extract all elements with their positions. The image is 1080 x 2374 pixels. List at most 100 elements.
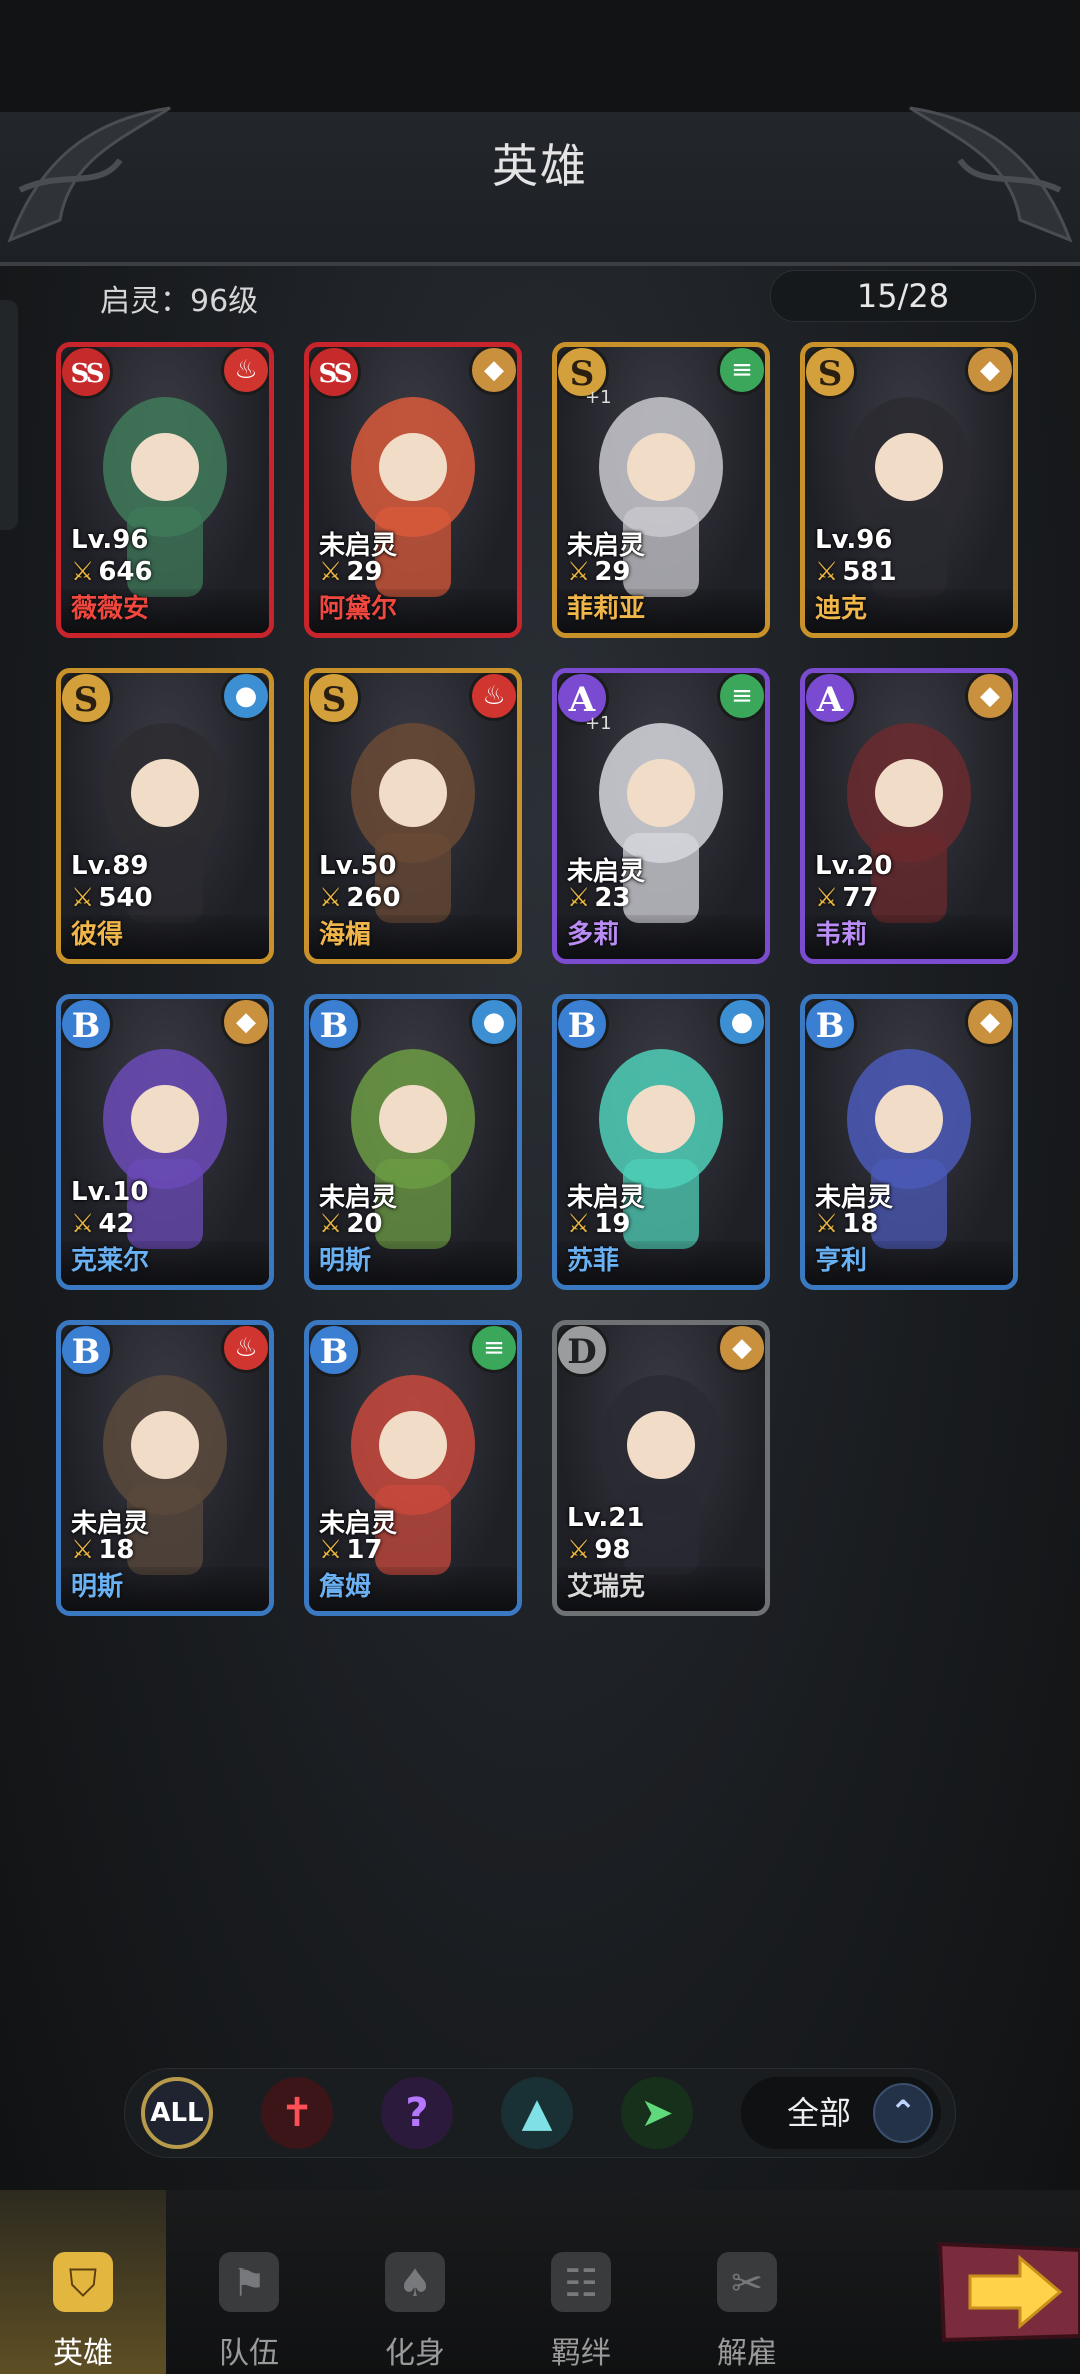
crossed-swords-icon: ⚔ [71,1535,95,1565]
hero-card[interactable]: D ◆ Lv.21 ⚔ 98 艾瑞克 [552,1320,770,1616]
power-value: 29 [594,557,631,587]
power-value: 23 [594,883,631,913]
hero-name: 明斯 [319,1246,372,1276]
nav-item[interactable]: ♠ 化身 [332,2190,498,2374]
hero-card[interactable]: S ♨ Lv.50 ⚔ 260 海楣 [304,668,522,964]
hero-power: ⚔ 42 [71,1209,135,1239]
crossed-swords-icon: ⚔ [71,1209,95,1239]
hero-name: 亨利 [815,1246,868,1276]
water-element-icon: ● [469,999,517,1047]
wind-element-icon: ≡ [469,1325,517,1373]
hero-name: 海楣 [319,920,372,950]
power-value: 540 [98,883,153,913]
healer-crown-icon[interactable]: ▲ [501,2077,573,2149]
nav-item[interactable]: ☷ 羁绊 [498,2190,664,2374]
hero-power: ⚔ 260 [319,883,401,913]
card-icon: ♠ [385,2252,445,2312]
crossed-swords-icon: ⚔ [319,557,343,587]
nav-item[interactable]: ⚑ 队伍 [166,2190,332,2374]
filter-all-button[interactable]: ALL [141,2077,213,2149]
hero-name: 克莱尔 [71,1246,150,1276]
hero-card[interactable]: S ≡ +1 未启灵 ⚔ 29 菲莉亚 [552,342,770,638]
hero-card[interactable]: B ● 未启灵 ⚔ 19 苏菲 [552,994,770,1290]
hero-card[interactable]: B ≡ 未启灵 ⚔ 17 詹姆 [304,1320,522,1616]
flag-icon: ⚑ [219,2252,279,2312]
nav-label: 英雄 [53,2336,113,2371]
svg-text:⚑: ⚑ [232,2261,266,2305]
wind-element-icon: ≡ [717,673,765,721]
star-plus-badge: +1 [585,387,612,408]
fire-element-icon: ♨ [221,1325,269,1373]
hero-name: 迪克 [815,594,868,624]
sort-label: 全部 [787,2094,852,2132]
hero-level: Lv.10 [71,1177,149,1207]
earth-element-icon: ◆ [469,347,517,395]
hero-card[interactable]: SS ♨ Lv.96 ⚔ 646 薇薇安 [56,342,274,638]
nav-label: 羁绊 [551,2336,611,2371]
nav-label: 解雇 [717,2336,777,2371]
svg-text:✂: ✂ [731,2261,763,2305]
hero-level: Lv.50 [319,851,397,881]
rank-badge: B [805,999,857,1051]
hero-power: ⚔ 29 [567,557,631,587]
earth-element-icon: ◆ [221,999,269,1047]
crossed-swords-icon: ⚔ [71,557,95,587]
hero-power: ⚔ 20 [319,1209,383,1239]
hero-power: ⚔ 18 [815,1209,879,1239]
hero-power: ⚔ 17 [319,1535,383,1565]
power-value: 29 [346,557,383,587]
hero-card[interactable]: B ● 未启灵 ⚔ 20 明斯 [304,994,522,1290]
wind-element-icon: ≡ [717,347,765,395]
hero-name: 韦莉 [815,920,868,950]
crossed-swords-icon: ⚔ [815,557,839,587]
archer-bow-icon[interactable]: ➤ [621,2077,693,2149]
hero-name: 苏菲 [567,1246,620,1276]
rank-badge: B [557,999,609,1051]
hero-card[interactable]: SS ◆ 未启灵 ⚔ 29 阿黛尔 [304,342,522,638]
crossed-swords-icon: ⚔ [815,1209,839,1239]
hero-level: Lv.20 [815,851,893,881]
filter-bar: ALL ✝ ? ▲ ➤ 全部 ⌃ [124,2068,956,2158]
double-chevron-up-icon[interactable]: ⌃ [873,2083,933,2143]
mystic-question-icon[interactable]: ? [381,2077,453,2149]
fire-element-icon: ♨ [469,673,517,721]
hero-card[interactable]: B ◆ 未启灵 ⚔ 18 亨利 [800,994,1018,1290]
power-value: 77 [842,883,879,913]
hero-name: 薇薇安 [71,594,150,624]
crossed-swords-icon: ⚔ [567,883,591,913]
hero-card[interactable]: A ≡ +1 未启灵 ⚔ 23 多莉 [552,668,770,964]
warrior-sword-icon[interactable]: ✝ [261,2077,333,2149]
hero-name: 詹姆 [319,1572,372,1602]
power-value: 20 [346,1209,383,1239]
hero-card[interactable]: S ● Lv.89 ⚔ 540 彼得 [56,668,274,964]
water-element-icon: ● [717,999,765,1047]
hero-card[interactable]: A ◆ Lv.20 ⚔ 77 韦莉 [800,668,1018,964]
hero-name: 多莉 [567,920,620,950]
power-value: 581 [842,557,897,587]
nav-item[interactable]: ⛉ 英雄 [0,2190,166,2374]
power-value: 19 [594,1209,631,1239]
hero-card[interactable]: S ◆ Lv.96 ⚔ 581 迪克 [800,342,1018,638]
nav-item[interactable]: ✂ 解雇 [664,2190,830,2374]
hero-name: 明斯 [71,1572,124,1602]
rank-badge: A [805,673,857,725]
rank-badge: B [61,1325,113,1377]
hero-level: Lv.96 [815,525,893,555]
hero-power: ⚔ 19 [567,1209,631,1239]
hero-card[interactable]: B ♨ 未启灵 ⚔ 18 明斯 [56,1320,274,1616]
rank-badge: B [309,999,361,1051]
side-drawer-handle[interactable] [0,300,18,530]
power-value: 42 [98,1209,135,1239]
earth-element-icon: ◆ [965,673,1013,721]
crossed-swords-icon: ⚔ [71,883,95,913]
next-arrow-button[interactable] [930,2236,1080,2346]
crossed-swords-icon: ⚔ [567,1209,591,1239]
hero-power: ⚔ 98 [567,1535,631,1565]
hero-card[interactable]: B ◆ Lv.10 ⚔ 42 克莱尔 [56,994,274,1290]
crossed-swords-icon: ⚔ [319,883,343,913]
ornament-left-icon [7,106,171,243]
fire-element-icon: ♨ [221,347,269,395]
svg-text:☷: ☷ [564,2261,598,2305]
sort-dropdown[interactable]: 全部 ⌃ [741,2077,941,2149]
power-value: 18 [842,1209,879,1239]
